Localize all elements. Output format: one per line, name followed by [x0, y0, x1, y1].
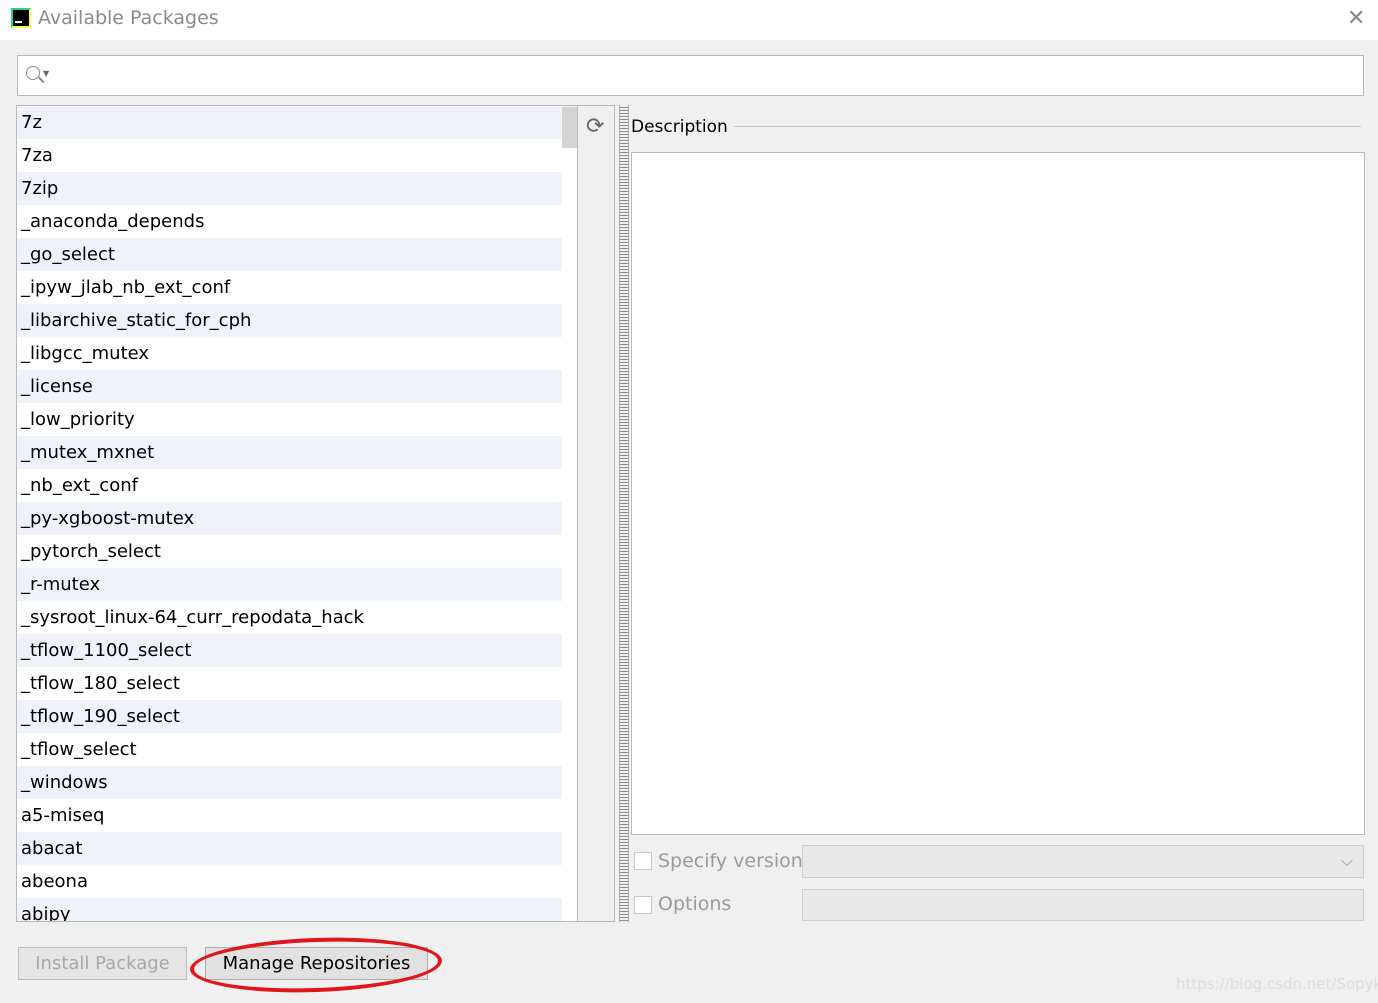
install-package-button[interactable]: Install Package	[18, 947, 187, 980]
scrollbar[interactable]	[562, 107, 577, 921]
watermark: https://blog.csdn.net/Sopyki	[1176, 975, 1378, 993]
divider	[734, 126, 1361, 127]
red-annotation-circle	[189, 933, 443, 997]
package-list-item[interactable]: _nb_ext_conf	[17, 469, 577, 502]
package-list-item[interactable]: _go_select	[17, 238, 577, 271]
description-panel	[631, 152, 1365, 835]
package-list-item[interactable]: _sysroot_linux-64_curr_repodata_hack	[17, 601, 577, 634]
close-icon[interactable]: ✕	[1347, 6, 1365, 31]
options-input[interactable]	[802, 889, 1364, 921]
package-list[interactable]: 7z 7za 7zip _anaconda_depends _go_select _ipy…	[16, 105, 578, 922]
pycharm-logo-icon	[11, 8, 31, 28]
package-list-item[interactable]: abipy	[17, 898, 577, 921]
window-title: Available Packages	[38, 7, 219, 29]
package-list-item[interactable]: _py-xgboost-mutex	[17, 502, 577, 535]
package-list-item[interactable]: abeona	[17, 865, 577, 898]
package-list-item[interactable]: _tflow_180_select	[17, 667, 577, 700]
options-label: Options	[658, 893, 732, 915]
package-list-item[interactable]: _tflow_190_select	[17, 700, 577, 733]
package-list-item[interactable]: _pytorch_select	[17, 535, 577, 568]
chevron-down-icon: ⌵	[1340, 851, 1353, 870]
package-list-item[interactable]: _anaconda_depends	[17, 205, 577, 238]
package-list-item[interactable]: 7z	[17, 106, 577, 139]
specify-version-checkbox[interactable]	[634, 852, 652, 870]
options-checkbox[interactable]	[634, 896, 652, 914]
package-list-item[interactable]: _windows	[17, 766, 577, 799]
search-input[interactable]: ▼	[17, 55, 1364, 96]
package-list-item[interactable]: 7zip	[17, 172, 577, 205]
package-list-item[interactable]: _libgcc_mutex	[17, 337, 577, 370]
package-list-item[interactable]: _r-mutex	[17, 568, 577, 601]
splitter-handle[interactable]	[619, 105, 629, 922]
package-list-item[interactable]: a5-miseq	[17, 799, 577, 832]
package-list-item[interactable]: _low_priority	[17, 403, 577, 436]
description-label: Description	[631, 117, 728, 137]
title-bar: Available Packages ✕	[0, 0, 1378, 40]
package-list-item[interactable]: 7za	[17, 139, 577, 172]
package-list-item[interactable]: _tflow_1100_select	[17, 634, 577, 667]
specify-version-label: Specify version	[658, 850, 803, 872]
package-list-item[interactable]: abacat	[17, 832, 577, 865]
package-list-item[interactable]: _license	[17, 370, 577, 403]
version-select[interactable]: ⌵	[802, 845, 1364, 878]
scrollbar-thumb[interactable]	[562, 107, 577, 148]
dropdown-arrow-icon[interactable]: ▼	[43, 69, 49, 78]
search-icon	[26, 66, 40, 80]
list-toolbar: ⟳	[578, 105, 615, 922]
package-list-item[interactable]: _libarchive_static_for_cph	[17, 304, 577, 337]
package-list-item[interactable]: _tflow_select	[17, 733, 577, 766]
package-list-item[interactable]: _ipyw_jlab_nb_ext_conf	[17, 271, 577, 304]
refresh-icon[interactable]: ⟳	[586, 114, 604, 139]
package-list-item[interactable]: _mutex_mxnet	[17, 436, 577, 469]
